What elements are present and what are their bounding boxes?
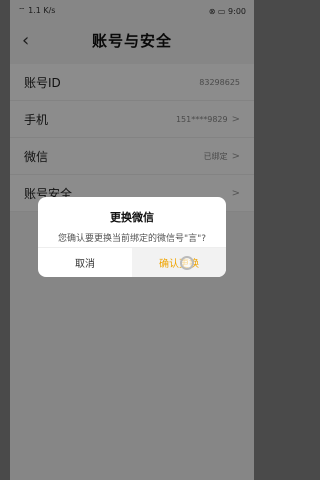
dialog-buttons: 取消 确认更换 — [38, 247, 226, 277]
dialog-message: 您确认要更换当前绑定的微信号"言"? — [57, 234, 207, 244]
touch-indicator-icon — [180, 256, 194, 270]
dialog-title: 更换微信 — [110, 211, 154, 224]
confirm-button[interactable]: 确认更换 — [132, 248, 226, 277]
cancel-button[interactable]: 取消 — [38, 248, 132, 277]
confirm-dialog: 更换微信 您确认要更换当前绑定的微信号"言"? 取消 确认更换 — [38, 197, 226, 277]
phone-screen: ⌔ 1.1 K/s ⊗ ▭ 9:00 ‹ 账号与安全 账号ID 83298625… — [10, 0, 254, 480]
